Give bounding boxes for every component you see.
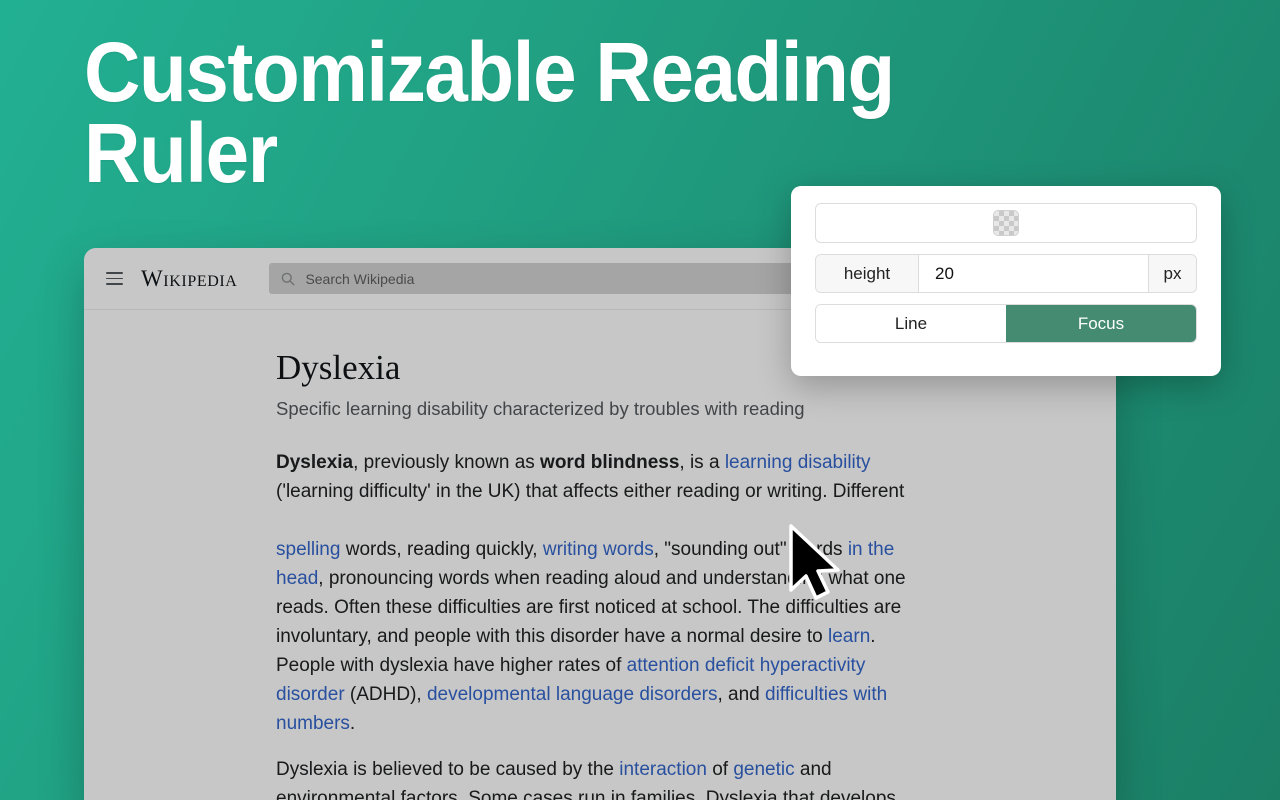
- article-text: Dyslexia is believed to be caused by the: [276, 759, 620, 781]
- height-input[interactable]: 20: [919, 255, 1148, 292]
- article-link[interactable]: developmental language disorders: [427, 684, 717, 705]
- article-link[interactable]: interaction: [619, 759, 707, 780]
- mouse-cursor: [789, 524, 840, 600]
- bold-text: Dyslexia: [276, 452, 354, 474]
- article-text: , is a: [679, 452, 725, 474]
- article-link[interactable]: learning disability: [725, 452, 871, 473]
- search-icon: [282, 272, 295, 285]
- article-text: of: [706, 759, 734, 781]
- article-link[interactable]: spelling: [276, 539, 340, 560]
- height-label: height: [816, 255, 919, 292]
- height-field-row: height 20 px: [815, 254, 1197, 293]
- article-text: , and: [717, 684, 766, 706]
- article-link[interactable]: writing words: [543, 539, 654, 560]
- article-text: words, reading quickly,: [340, 539, 543, 561]
- article-link[interactable]: genetic: [733, 759, 794, 780]
- article-paragraph: Dyslexia is believed to be caused by the…: [276, 755, 924, 800]
- article-text: (ADHD),: [344, 684, 427, 706]
- article-paragraphs: Dyslexia, previously known as word blind…: [276, 448, 1016, 800]
- height-unit-label: px: [1148, 255, 1196, 292]
- mode-toggle: Line Focus: [815, 304, 1197, 343]
- color-picker-row[interactable]: [815, 203, 1197, 243]
- mode-option-line[interactable]: Line: [816, 305, 1006, 342]
- article-text: , previously known as: [353, 452, 541, 474]
- page-title: Customizable Reading Ruler: [84, 25, 895, 201]
- hamburger-icon[interactable]: [106, 272, 123, 285]
- search-placeholder: Search Wikipedia: [305, 270, 415, 287]
- article-text: .: [349, 713, 356, 735]
- wikipedia-wordmark[interactable]: Wikipedia: [141, 266, 237, 292]
- article-content: Dyslexia Specific learning disability ch…: [84, 310, 1116, 800]
- reading-ruler-focus-band[interactable]: [84, 505, 1116, 536]
- article-link[interactable]: learn: [828, 626, 870, 647]
- article-subtitle: Specific learning disability characteriz…: [276, 398, 805, 420]
- color-swatch[interactable]: [993, 210, 1019, 236]
- mode-option-focus[interactable]: Focus: [1006, 305, 1196, 342]
- bold-text: word blindness: [540, 452, 680, 474]
- ruler-settings-popup: height 20 px Line Focus: [791, 186, 1221, 376]
